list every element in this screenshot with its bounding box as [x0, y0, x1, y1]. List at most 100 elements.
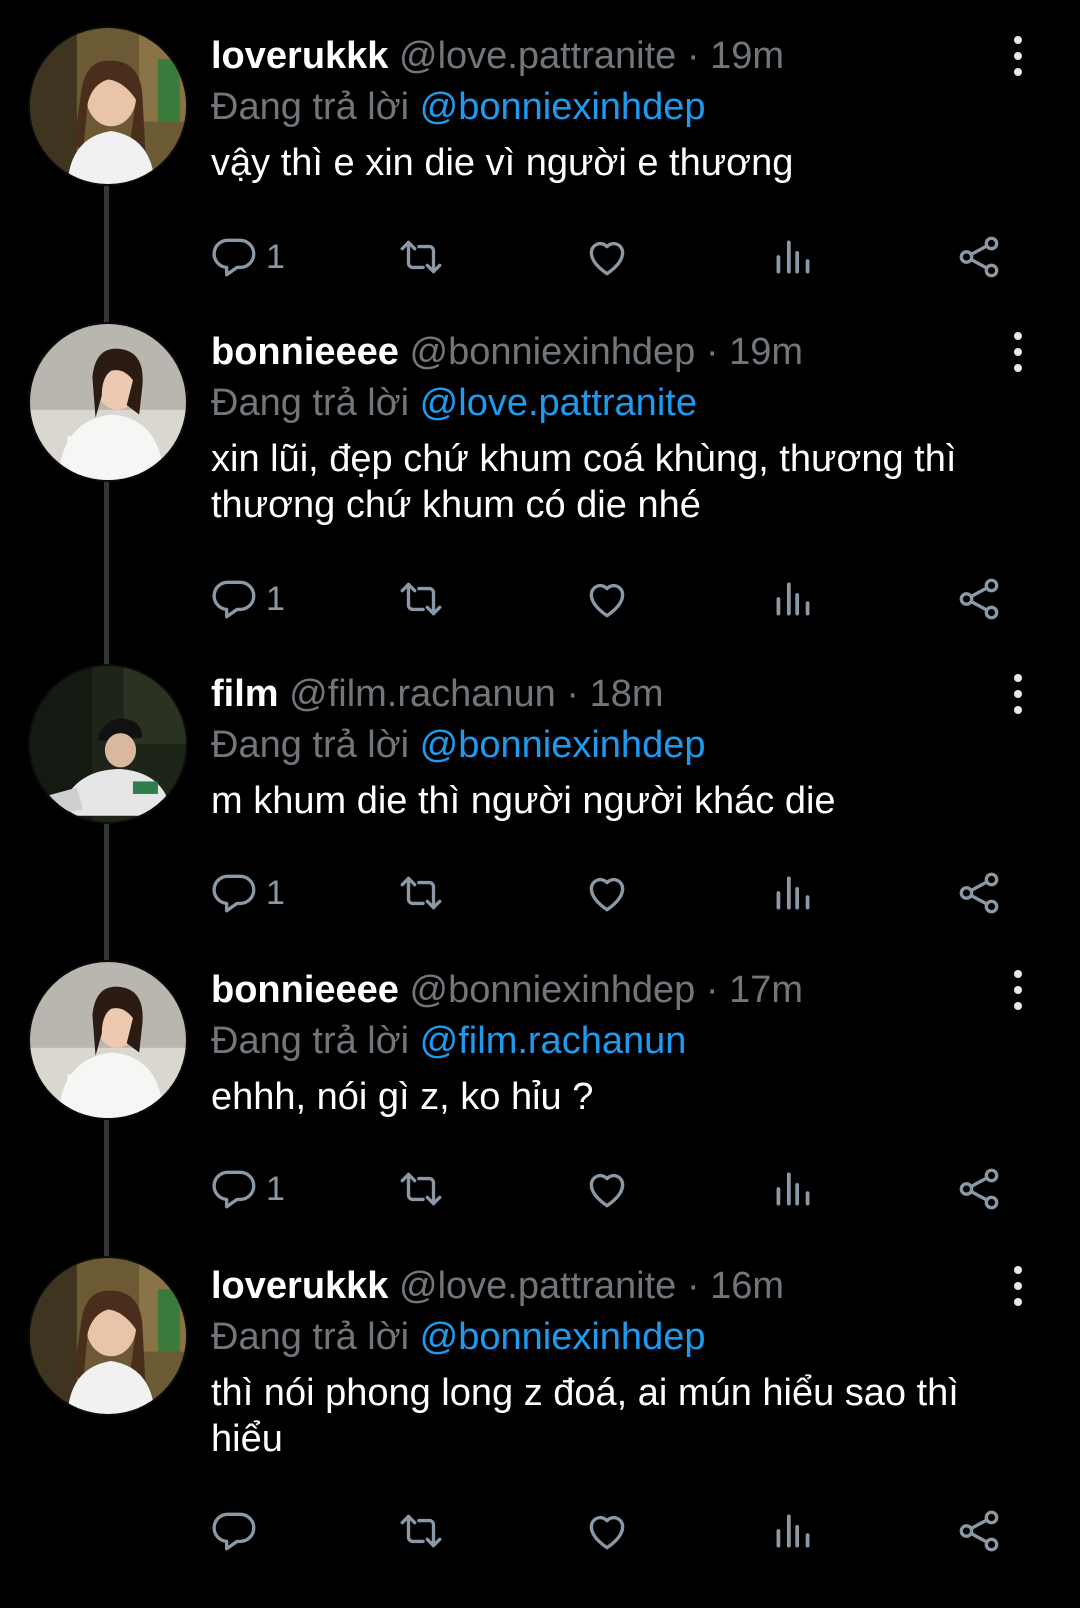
avatar-bonnieeee[interactable] — [30, 324, 186, 480]
like-button[interactable] — [582, 572, 632, 626]
mention-link[interactable]: @bonniexinhdep — [420, 724, 706, 766]
dot-icon — [1014, 1002, 1022, 1010]
tweet[interactable]: bonnieeee @bonniexinhdep · 19m Đang trả … — [0, 296, 1080, 638]
views-button[interactable] — [768, 866, 818, 920]
avatar-loverukkk[interactable] — [30, 28, 186, 184]
retweet-icon — [400, 582, 442, 616]
tweet[interactable]: loverukkk @love.pattranite · 19m Đang tr… — [0, 0, 1080, 296]
tweet-text: ehhh, nói gì z, ko hỉu ? — [211, 1076, 594, 1118]
reply-button[interactable]: 1 — [210, 1162, 285, 1216]
views-button[interactable] — [768, 572, 818, 626]
retweet-button[interactable] — [396, 1162, 446, 1216]
tweet[interactable]: bonnieeee @bonniexinhdep · 17m Đang trả … — [0, 934, 1080, 1230]
share-button[interactable] — [954, 866, 1004, 920]
views-button[interactable] — [768, 1504, 818, 1558]
reply-icon — [212, 238, 256, 277]
avatar-bonnieeee[interactable] — [30, 962, 186, 1118]
timestamp[interactable]: 19m — [729, 331, 803, 373]
mention-link[interactable]: @love.pattranite — [420, 382, 697, 424]
more-options-button[interactable] — [1000, 332, 1036, 372]
display-name[interactable]: loverukkk — [211, 1265, 388, 1307]
like-button[interactable] — [582, 1504, 632, 1558]
dot-icon — [1014, 706, 1022, 714]
timestamp[interactable]: 16m — [710, 1265, 784, 1307]
timestamp[interactable]: 19m — [710, 35, 784, 77]
dot-icon — [1014, 52, 1022, 60]
replying-to-label: Đang trả lời — [211, 382, 410, 424]
tweet-header: bonnieeee @bonniexinhdep · 19m — [211, 330, 1041, 374]
tweet-content: loverukkk @love.pattranite · 16m Đang tr… — [211, 1264, 1041, 1462]
replying-to: Đang trả lời @love.pattranite — [211, 380, 1041, 426]
timestamp[interactable]: 17m — [729, 969, 803, 1011]
reply-button[interactable]: 1 — [210, 230, 285, 284]
display-name[interactable]: film — [211, 673, 279, 715]
retweet-button[interactable] — [396, 1504, 446, 1558]
avatar-loverukkk[interactable] — [30, 1258, 186, 1414]
more-options-button[interactable] — [1000, 674, 1036, 714]
reply-count: 1 — [266, 237, 285, 276]
retweet-button[interactable] — [396, 572, 446, 626]
share-button[interactable] — [954, 1504, 1004, 1558]
reply-button[interactable]: 1 — [210, 866, 285, 920]
tweet-header: bonnieeee @bonniexinhdep · 17m — [211, 968, 1041, 1012]
separator-dot: · — [705, 331, 719, 373]
heart-icon — [589, 1173, 625, 1208]
bar-chart-icon — [776, 1514, 810, 1548]
tweet-text: m khum die thì người người khác die — [211, 780, 836, 822]
like-button[interactable] — [582, 230, 632, 284]
display-name[interactable]: loverukkk — [211, 35, 388, 77]
share-icon — [959, 236, 999, 278]
share-icon — [959, 578, 999, 620]
retweet-button[interactable] — [396, 866, 446, 920]
tweet-actions: 1 — [210, 230, 1020, 284]
more-options-button[interactable] — [1000, 970, 1036, 1010]
tweet-content: loverukkk @love.pattranite · 19m Đang tr… — [211, 34, 1041, 186]
dot-icon — [1014, 986, 1022, 994]
tweet[interactable]: loverukkk @love.pattranite · 16m Đang tr… — [0, 1230, 1080, 1608]
dot-icon — [1014, 68, 1022, 76]
user-handle[interactable]: @bonniexinhdep — [410, 331, 696, 373]
retweet-button[interactable] — [396, 230, 446, 284]
user-handle[interactable]: @love.pattranite — [399, 35, 676, 77]
share-button[interactable] — [954, 1162, 1004, 1216]
replying-to-label: Đang trả lời — [211, 86, 410, 128]
user-handle[interactable]: @film.rachanun — [289, 673, 556, 715]
mention-link[interactable]: @bonniexinhdep — [420, 1316, 706, 1358]
retweet-icon — [400, 1172, 442, 1206]
mention-link[interactable]: @film.rachanun — [420, 1020, 687, 1062]
tweet-header: film @film.rachanun · 18m — [211, 672, 1041, 716]
separator-dot: · — [686, 35, 700, 77]
dot-icon — [1014, 1298, 1022, 1306]
heart-icon — [589, 1515, 625, 1550]
share-icon — [959, 1168, 999, 1210]
more-options-button[interactable] — [1000, 1266, 1036, 1306]
dot-icon — [1014, 1282, 1022, 1290]
more-options-button[interactable] — [1000, 36, 1036, 76]
tweet-text: vậy thì e xin die vì người e thương — [211, 142, 794, 184]
like-button[interactable] — [582, 866, 632, 920]
tweet[interactable]: film @film.rachanun · 18m Đang trả lời @… — [0, 638, 1080, 934]
dot-icon — [1014, 348, 1022, 356]
tweet-content: film @film.rachanun · 18m Đang trả lời @… — [211, 672, 1041, 824]
dot-icon — [1014, 690, 1022, 698]
display-name[interactable]: bonnieeee — [211, 331, 399, 373]
user-handle[interactable]: @love.pattranite — [399, 1265, 676, 1307]
share-button[interactable] — [954, 230, 1004, 284]
reply-button[interactable]: 1 — [210, 572, 285, 626]
reply-count: 1 — [266, 873, 285, 912]
separator-dot: · — [686, 1265, 700, 1307]
reply-button[interactable] — [210, 1504, 266, 1558]
dot-icon — [1014, 674, 1022, 682]
mention-link[interactable]: @bonniexinhdep — [420, 86, 706, 128]
user-handle[interactable]: @bonniexinhdep — [410, 969, 696, 1011]
tweet-actions: 1 — [210, 866, 1020, 920]
replying-to-label: Đang trả lời — [211, 1020, 410, 1062]
share-button[interactable] — [954, 572, 1004, 626]
timestamp[interactable]: 18m — [590, 673, 664, 715]
views-button[interactable] — [768, 1162, 818, 1216]
views-button[interactable] — [768, 230, 818, 284]
display-name[interactable]: bonnieeee — [211, 969, 399, 1011]
like-button[interactable] — [582, 1162, 632, 1216]
avatar-film[interactable] — [30, 666, 186, 822]
dot-icon — [1014, 364, 1022, 372]
